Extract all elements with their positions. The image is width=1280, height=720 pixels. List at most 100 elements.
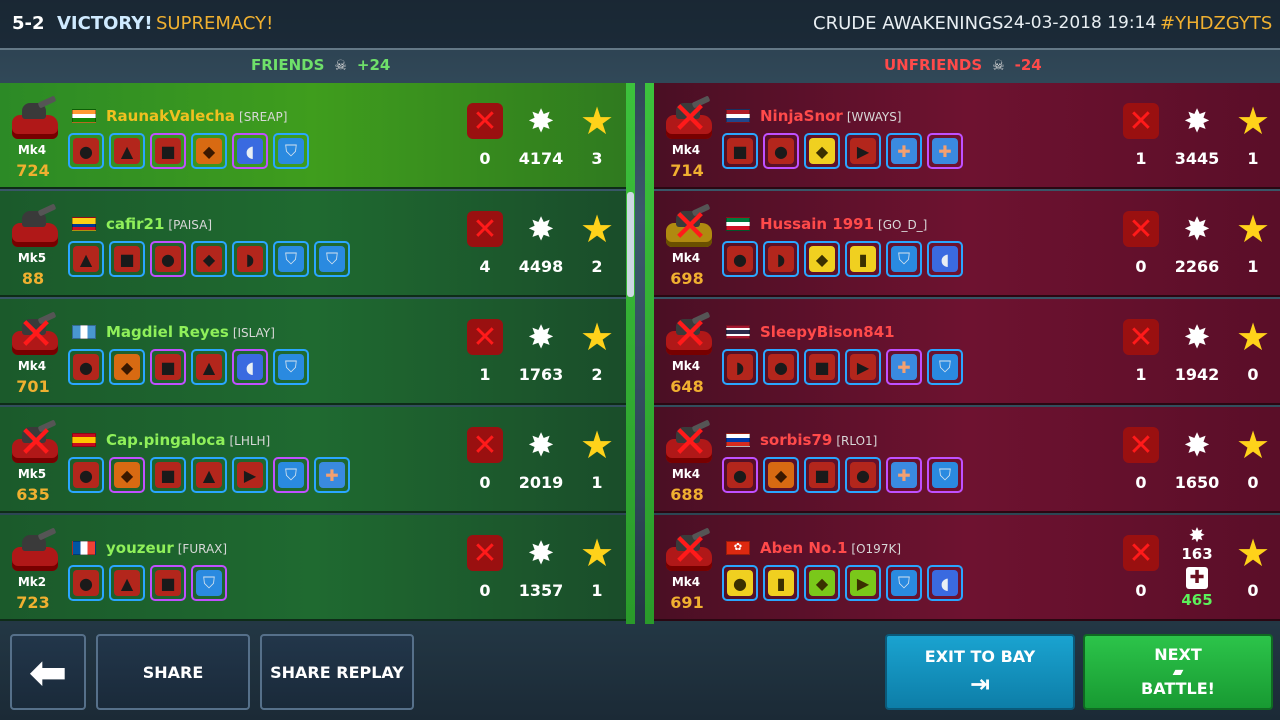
damage-icon: ✸ bbox=[527, 210, 555, 248]
cannon-module-icon: ● bbox=[68, 349, 104, 385]
player-row[interactable]: ✕ Mk4 714 NinjaSnor [WWAYS] ■ ● ◆ ▶ ✚ ✚ ✕… bbox=[654, 83, 1280, 189]
player-rating: 724 bbox=[16, 161, 50, 180]
unfriends-scrollbar-track[interactable] bbox=[645, 83, 654, 624]
kills-value: 4 bbox=[479, 257, 491, 276]
tank-icon: ✕ bbox=[664, 525, 714, 576]
shield-module-icon: ⛉ bbox=[886, 565, 922, 601]
player-name: sorbis79 [RLO1] bbox=[760, 431, 878, 449]
weapon-module-icon: ▲ bbox=[68, 241, 104, 277]
match-datetime: 24-03-2018 19:14 bbox=[1003, 13, 1157, 33]
shield-module-icon: ⛉ bbox=[191, 565, 227, 601]
clan-tag: [PAISA] bbox=[168, 218, 213, 232]
player-row[interactable]: ✕ Mk4 691 ✿ Aben No.1 [O197K] ● ▮ ◆ ▶ ⛉ ◖… bbox=[654, 515, 1280, 621]
player-row[interactable]: ✕ Mk4 701 Magdiel Reyes [ISLAY] ● ◆ ■ ▲ ◖… bbox=[0, 299, 626, 405]
back-button[interactable]: ⬅ bbox=[10, 634, 86, 710]
score-value: 0 bbox=[1247, 473, 1259, 492]
gadget-module-icon: ◖ bbox=[927, 241, 963, 277]
scrollbar-thumb[interactable] bbox=[627, 192, 634, 297]
weapon-module-icon: ■ bbox=[150, 133, 186, 169]
weapon-module-icon: ◆ bbox=[191, 133, 227, 169]
heal-value: 465 bbox=[1181, 591, 1213, 609]
tank-icon: ✕ bbox=[664, 311, 714, 357]
flag-icon bbox=[726, 433, 750, 447]
shield-module-icon: ⛉ bbox=[273, 133, 309, 169]
clan-tag: [SREAP] bbox=[239, 110, 288, 124]
player-row[interactable]: ✕ Mk5 635 Cap.pingaloca [LHLH] ● ◆ ■ ▲ ▶ … bbox=[0, 407, 626, 513]
friends-delta: +24 bbox=[356, 56, 391, 74]
star-icon: ★ bbox=[1235, 207, 1271, 251]
exit-to-bay-button[interactable]: EXIT TO BAY ⇥ bbox=[885, 634, 1075, 710]
weapon-module-icon: ◆ bbox=[109, 457, 145, 493]
destroyed-icon: ✕ bbox=[671, 201, 709, 252]
damage-value: 2019 bbox=[518, 473, 564, 492]
clan-tag: [O197K] bbox=[851, 542, 902, 556]
kills-icon: ✕ bbox=[1123, 319, 1159, 355]
unfriends-header: UNFRIENDS ☠ -24 bbox=[884, 56, 1042, 74]
flag-icon bbox=[72, 217, 96, 231]
header-divider bbox=[0, 48, 1280, 50]
clan-tag: [FURAX] bbox=[177, 542, 228, 556]
damage-icon: ✸ bbox=[1188, 523, 1206, 547]
destroyed-icon: ✕ bbox=[671, 525, 709, 576]
score-value: 0 bbox=[1247, 581, 1259, 600]
clan-tag: [GO_D_] bbox=[878, 218, 928, 232]
heal-module-icon: ✚ bbox=[886, 349, 922, 385]
kills-value: 1 bbox=[1135, 149, 1147, 168]
share-button[interactable]: SHARE bbox=[96, 634, 250, 710]
share-replay-button[interactable]: SHARE REPLAY bbox=[260, 634, 414, 710]
star-icon: ★ bbox=[579, 423, 615, 467]
skull-icon: ☠ bbox=[334, 58, 347, 74]
weapon-module-icon: ▶ bbox=[232, 457, 268, 493]
next-battle-button[interactable]: NEXT ▰ BATTLE! bbox=[1083, 634, 1273, 710]
player-row[interactable]: Mk4 724 RaunakValecha [SREAP] ● ▲ ■ ◆ ◖ ⛉… bbox=[0, 83, 626, 189]
weapon-module-icon: ■ bbox=[150, 349, 186, 385]
destroyed-icon: ✕ bbox=[17, 417, 55, 468]
top-bar: 5-2 VICTORY! SUPREMACY! CRUDE AWAKENINGS… bbox=[0, 0, 1280, 48]
match-code: #YHDZGYTS bbox=[1160, 13, 1273, 34]
star-icon: ★ bbox=[579, 531, 615, 575]
clan-tag: [RLO1] bbox=[836, 434, 878, 448]
unfriends-panel[interactable]: ✕ Mk4 714 NinjaSnor [WWAYS] ■ ● ◆ ▶ ✚ ✚ ✕… bbox=[654, 83, 1280, 624]
heal-module-icon: ✚ bbox=[314, 457, 350, 493]
damage-icon: ✸ bbox=[1183, 102, 1211, 140]
player-row[interactable]: Mk5 88 cafir21 [PAISA] ▲ ■ ● ◆ ◗ ⛉ ⛉ ✕ ✸ … bbox=[0, 191, 626, 297]
tank-icon: ✕ bbox=[664, 419, 714, 465]
tank-icon: ✕ bbox=[664, 95, 714, 141]
back-arrow-icon: ⬅ bbox=[28, 645, 68, 699]
heal-icon: ✚ bbox=[1186, 567, 1208, 589]
cannon-module-icon: ● bbox=[68, 133, 104, 169]
clan-tag: [ISLAY] bbox=[232, 326, 275, 340]
cannon-module-icon: ◗ bbox=[722, 349, 758, 385]
player-rating: 88 bbox=[21, 269, 45, 288]
shield-module-icon: ⛉ bbox=[927, 349, 963, 385]
score-value: 1 bbox=[1247, 257, 1259, 276]
player-name: NinjaSnor [WWAYS] bbox=[760, 107, 902, 125]
weapon-module-icon: ◆ bbox=[763, 457, 799, 493]
damage-value: 1357 bbox=[518, 581, 564, 600]
kills-value: 0 bbox=[1135, 257, 1147, 276]
weapon-module-icon: ■ bbox=[150, 457, 186, 493]
score-value: 2 bbox=[591, 257, 603, 276]
player-rating: 701 bbox=[16, 377, 50, 396]
player-row[interactable]: ✕ Mk4 648 SleepyBison841 ◗ ● ■ ▶ ✚ ⛉ ✕ ✸… bbox=[654, 299, 1280, 405]
friends-scrollbar-track[interactable] bbox=[626, 83, 635, 624]
player-name: youzeur [FURAX] bbox=[106, 539, 228, 557]
bomb-module-icon: ● bbox=[150, 241, 186, 277]
tank-mark: Mk4 bbox=[17, 143, 47, 157]
match-score: 5-2 bbox=[12, 13, 45, 34]
destroyed-icon: ✕ bbox=[17, 309, 55, 360]
flag-icon bbox=[726, 109, 750, 123]
friends-panel[interactable]: Mk4 724 RaunakValecha [SREAP] ● ▲ ■ ◆ ◖ ⛉… bbox=[0, 83, 626, 624]
tank-icon bbox=[10, 95, 60, 141]
score-value: 1 bbox=[591, 473, 603, 492]
tank-icon: ✕ bbox=[10, 309, 60, 360]
weapon-module-icon: ◆ bbox=[109, 349, 145, 385]
player-row[interactable]: ✕ Mk4 698 Hussain 1991 [GO_D_] ● ◗ ◆ ▮ ⛉ … bbox=[654, 191, 1280, 297]
kills-value: 0 bbox=[479, 149, 491, 168]
player-row[interactable]: Mk2 723 youzeur [FURAX] ● ▲ ■ ⛉ ✕ ✸ ★ 0 1… bbox=[0, 515, 626, 621]
tank-mark: Mk4 bbox=[671, 251, 701, 265]
player-row[interactable]: ✕ Mk4 688 sorbis79 [RLO1] ● ◆ ■ ● ✚ ⛉ ✕ ✸… bbox=[654, 407, 1280, 513]
kills-icon: ✕ bbox=[1123, 427, 1159, 463]
damage-icon: ✸ bbox=[1183, 318, 1211, 356]
star-icon: ★ bbox=[1235, 315, 1271, 359]
